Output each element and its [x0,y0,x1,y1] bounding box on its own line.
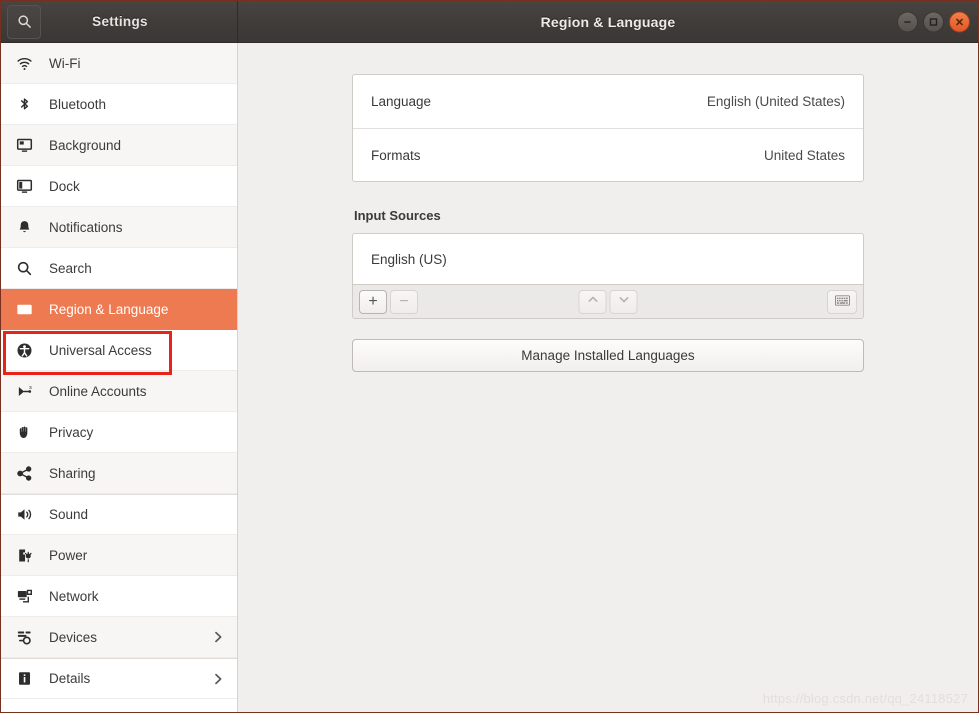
speaker-icon [13,506,35,523]
formats-row[interactable]: Formats United States [353,128,863,181]
sidebar-item-label: Devices [49,629,98,645]
maximize-button[interactable] [923,11,944,32]
chevron-right-icon [211,630,225,644]
sidebar-item-universal-access[interactable]: Universal Access [1,330,237,371]
minimize-button[interactable] [897,11,918,32]
keyboard-shortcut-group [827,289,857,314]
title-bar: Settings Region & Language [1,1,978,43]
sidebar-item-label: Universal Access [49,342,152,358]
sidebar-item-details[interactable]: Details [1,658,237,699]
watermark-text: https://blog.csdn.net/qq_24118527 [762,691,968,706]
sidebar-item-label: Notifications [49,219,123,235]
minimize-icon [902,16,913,27]
wifi-icon [13,55,35,72]
sidebar-item-power[interactable]: Power [1,535,237,576]
sidebar-item-label: Sound [49,507,89,522]
formats-label: Formats [371,147,421,163]
svg-text:s: s [29,385,32,391]
battery-icon [13,547,35,564]
sidebar-item-label: Online Accounts [49,383,147,399]
search-button[interactable] [7,4,41,39]
window-controls [897,11,970,32]
info-icon [13,670,35,687]
keyboard-icon [834,293,850,311]
reorder-buttons [578,289,638,314]
region-language-icon [13,301,35,318]
settings-window: Settings Region & Language Wi-Fi Bluetoo… [0,0,979,713]
input-sources-list: English (US) [352,233,864,284]
background-icon [13,137,35,154]
accessibility-icon [13,342,35,359]
sidebar-list: Wi-Fi Bluetooth Background Dock Notification… [1,43,237,699]
maximize-icon [928,16,939,27]
add-input-source-button[interactable]: + [359,289,387,314]
move-down-button[interactable] [609,289,638,314]
close-icon [954,16,965,27]
titlebar-content-section: Region & Language [238,1,978,42]
page-title: Region & Language [540,13,676,30]
sidebar-item-wi-fi[interactable]: Wi-Fi [1,43,237,84]
sidebar-item-network[interactable]: Network [1,576,237,617]
sidebar-item-label: Bluetooth [49,96,107,112]
dock-icon [13,178,35,195]
chevron-down-icon [617,293,630,311]
language-settings-frame: Language English (United States) Formats… [352,74,864,182]
window-body: Wi-Fi Bluetooth Background Dock Notification… [1,43,978,712]
sidebar-item-label: Dock [49,178,80,194]
bell-icon [13,219,35,236]
input-sources-heading: Input Sources [354,208,441,223]
chevron-right-icon [211,672,225,686]
online-accounts-icon: s [13,383,35,400]
sidebar-item-label: Region & Language [49,301,169,317]
sidebar-item-label: Privacy [49,424,94,440]
sidebar-item-devices[interactable]: Devices [1,617,237,658]
show-keyboard-layout-button[interactable] [827,289,857,314]
sidebar-item-label: Details [49,671,91,686]
devices-icon [13,629,35,646]
app-title: Settings [92,14,148,29]
remove-input-source-button[interactable]: − [390,289,418,314]
sidebar-item-label: Network [49,588,99,604]
language-label: Language [371,94,432,109]
sidebar-item-privacy[interactable]: Privacy [1,412,237,453]
manage-installed-languages-button[interactable]: Manage Installed Languages [352,339,864,372]
sidebar-item-sound[interactable]: Sound [1,494,237,535]
sidebar-item-label: Search [49,260,92,276]
sidebar-item-label: Power [49,547,88,563]
sidebar-item-notifications[interactable]: Notifications [1,207,237,248]
close-button[interactable] [949,11,970,32]
input-sources-toolbar: + − [352,284,864,319]
language-row[interactable]: Language English (United States) [353,75,863,128]
search-icon [17,14,32,29]
language-value: English (United States) [706,94,845,109]
sidebar-item-label: Background [49,137,122,153]
sidebar: Wi-Fi Bluetooth Background Dock Notification… [1,43,238,712]
sidebar-item-label: Wi-Fi [49,55,81,71]
input-source-item[interactable]: English (US) [353,234,863,284]
sidebar-item-online-accounts[interactable]: s Online Accounts [1,371,237,412]
move-up-button[interactable] [578,289,607,314]
sidebar-item-dock[interactable]: Dock [1,166,237,207]
search-icon [13,260,35,277]
bluetooth-icon [13,96,35,113]
share-icon [13,465,35,482]
content-column: Language English (United States) Formats… [352,43,864,372]
hand-icon [13,424,35,441]
network-icon [13,588,35,605]
sidebar-item-bluetooth[interactable]: Bluetooth [1,84,237,125]
sidebar-item-search[interactable]: Search [1,248,237,289]
sidebar-item-region-language[interactable]: Region & Language [1,289,237,330]
titlebar-sidebar-section: Settings [1,1,238,42]
main-content: Language English (United States) Formats… [238,43,978,712]
formats-value: United States [763,147,845,163]
sidebar-item-sharing[interactable]: Sharing [1,453,237,494]
sidebar-item-label: Sharing [49,465,96,481]
sidebar-item-background[interactable]: Background [1,125,237,166]
chevron-up-icon [586,293,599,311]
